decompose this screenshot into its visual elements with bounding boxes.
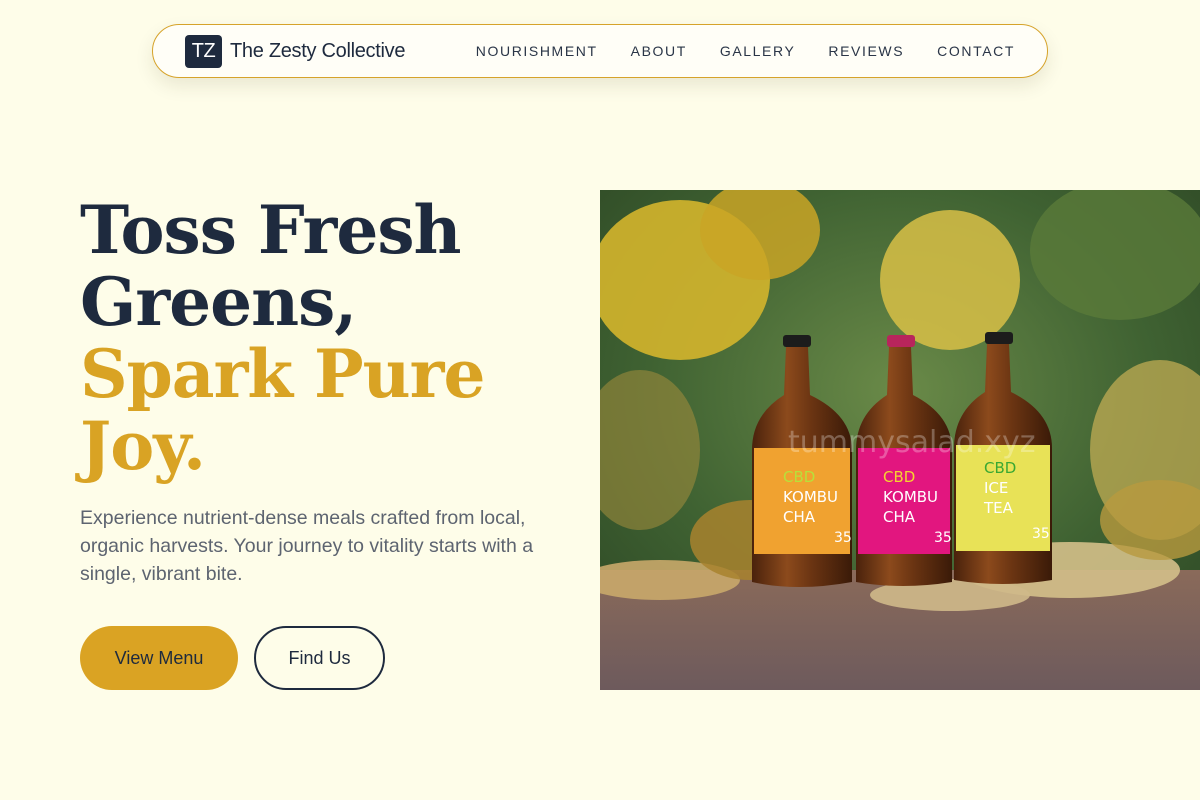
nav-link-contact[interactable]: CONTACT <box>937 43 1015 59</box>
brand[interactable]: TZ The Zesty Collective <box>185 34 406 68</box>
headline-line-2: Greens, <box>80 263 357 341</box>
photo-illustration: CBD KOMBU CHA 35 CBD KOMBU CHA 35 CBD IC… <box>600 190 1200 690</box>
brand-logo: TZ <box>185 34 222 68</box>
headline-line-3: Spark Pure <box>80 335 485 413</box>
nav-link-gallery[interactable]: GALLERY <box>720 43 796 59</box>
bottle-1-number: 35 <box>834 530 852 546</box>
bottle-3-line3: TEA <box>983 499 1014 517</box>
bottle-2-line3: CHA <box>883 508 916 526</box>
nav-link-reviews[interactable]: REVIEWS <box>828 43 904 59</box>
hero-subtext: Experience nutrient-dense meals crafted … <box>80 507 534 585</box>
bottle-2-line2: KOMBU <box>883 488 938 506</box>
bottle-2-number: 35 <box>934 530 952 546</box>
find-us-button[interactable]: Find Us <box>254 626 385 690</box>
nav-links: NOURISHMENT ABOUT GALLERY REVIEWS CONTAC… <box>476 43 1015 59</box>
bottle-1-line2: KOMBU <box>783 488 838 506</box>
brand-name: The Zesty Collective <box>230 39 406 62</box>
bottle-3-line2: ICE <box>984 479 1008 497</box>
nav-link-nourishment[interactable]: NOURISHMENT <box>476 43 598 59</box>
bottle-2-line1: CBD <box>883 468 915 486</box>
bottle-3-number: 35 <box>1032 526 1050 542</box>
headline-line-1: Toss Fresh <box>80 191 461 269</box>
headline-line-4: Joy. <box>80 407 206 485</box>
bottle-1-line3: CHA <box>783 508 816 526</box>
top-navigation-bar: TZ The Zesty Collective NOURISHMENT ABOU… <box>152 24 1048 78</box>
bottle-1-line1: CBD <box>783 468 815 486</box>
nav-link-about[interactable]: ABOUT <box>631 43 687 59</box>
hero-photo-kombucha-bottles: CBD KOMBU CHA 35 CBD KOMBU CHA 35 CBD IC… <box>600 190 1200 690</box>
bottle-3-line1: CBD <box>984 459 1016 477</box>
hero-headline: Toss Fresh Greens, Spark Pure Joy. <box>80 194 580 482</box>
view-menu-button[interactable]: View Menu <box>80 626 238 690</box>
photo-watermark: tummysalad.xyz <box>788 425 1036 460</box>
